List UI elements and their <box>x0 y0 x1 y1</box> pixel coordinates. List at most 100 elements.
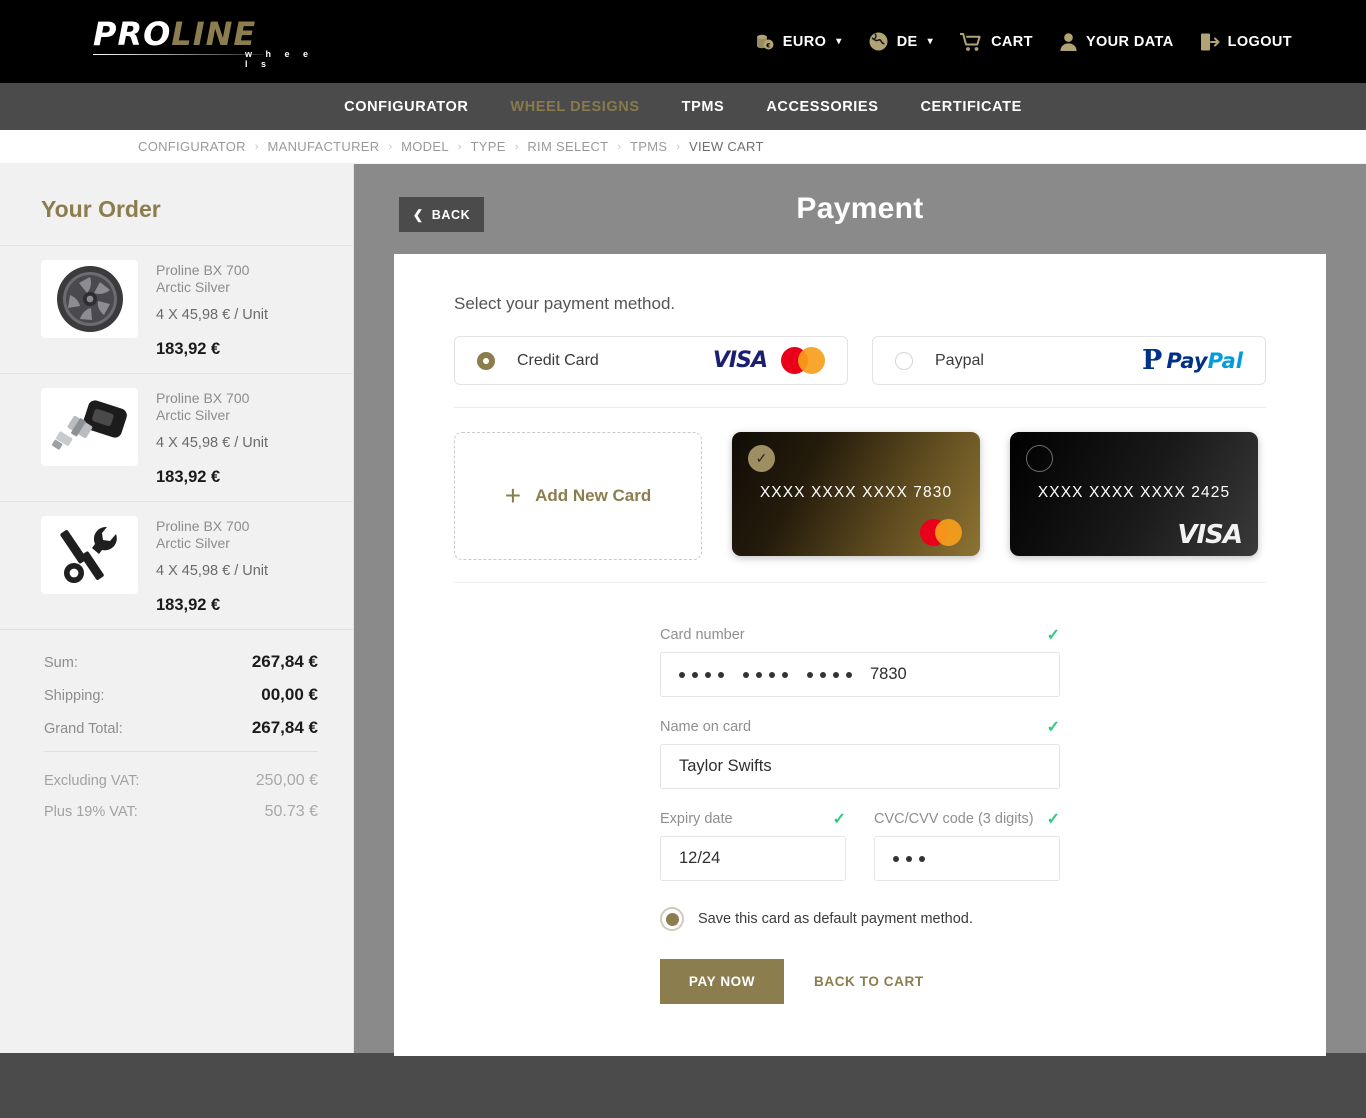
order-line-item: Proline BX 700 Arctic Silver 4 X 45,98 €… <box>0 501 353 629</box>
totals-value: 250,00 € <box>255 772 318 789</box>
currency-selector[interactable]: € EURO ▾ <box>755 32 842 52</box>
chevron-down-icon: ▾ <box>927 36 934 47</box>
proline-logo[interactable]: PROLINE w h e e l s <box>93 18 315 69</box>
saved-card-mastercard[interactable]: ✓ XXXX XXXX XXXX 7830 <box>732 432 980 556</box>
main-content-area: ❮ BACK Payment Select your payment metho… <box>354 164 1366 1056</box>
valid-check-icon: ✓ <box>1046 811 1060 828</box>
breadcrumb-item-model[interactable]: MODEL <box>401 139 449 154</box>
cart-link[interactable]: CART <box>959 32 1033 52</box>
nav-item-certificate[interactable]: CERTIFICATE <box>920 99 1021 115</box>
save-card-radio-icon[interactable] <box>660 907 684 931</box>
cart-label: CART <box>991 33 1033 50</box>
breadcrumb-item-configurator[interactable]: CONFIGURATOR <box>138 139 246 154</box>
nav-item-tpms[interactable]: TPMS <box>682 99 725 115</box>
totals-label: Shipping: <box>44 688 105 704</box>
top-header-bar: PROLINE w h e e l s € EURO ▾ DE ▾ CART Y… <box>0 0 1366 83</box>
chevron-down-icon: ▾ <box>836 36 842 47</box>
card-selected-check-icon[interactable]: ✓ <box>748 445 775 472</box>
language-selector[interactable]: DE ▾ <box>868 31 933 52</box>
add-new-card-label: Add New Card <box>535 486 652 505</box>
add-new-card-tile[interactable]: + Add New Card <box>454 432 702 560</box>
back-to-cart-link[interactable]: BACK TO CART <box>798 959 940 1004</box>
name-on-card-label-row: Name on card ✓ <box>660 717 1060 737</box>
name-on-card-value: Taylor Swifts <box>679 757 772 775</box>
visa-logo-icon: VISA <box>712 348 768 373</box>
breadcrumb-separator-icon: › <box>388 140 393 153</box>
totals-divider <box>44 751 318 752</box>
totals-row-plus-vat: Plus 19% VAT: 50.73 € <box>44 803 318 821</box>
order-line-item: Proline BX 700 Arctic Silver 4 X 45,98 €… <box>0 373 353 501</box>
cvc-input[interactable] <box>874 836 1060 881</box>
radio-paypal[interactable] <box>895 351 913 370</box>
product-price: 183,92 € <box>156 468 221 486</box>
card-number-input[interactable]: 7830 <box>660 652 1060 697</box>
logout-icon <box>1200 32 1220 52</box>
order-summary-sidebar: Your Order Proline BX 700 Arctic Silver … <box>0 164 354 1053</box>
account-link[interactable]: YOUR DATA <box>1059 32 1174 52</box>
expiry-label-row: Expiry date ✓ <box>660 809 846 829</box>
pay-now-button[interactable]: PAY NOW <box>660 959 784 1004</box>
saved-card-visa[interactable]: XXXX XXXX XXXX 2425 VISA <box>1010 432 1258 556</box>
payment-method-options: Credit Card VISA Paypal P Pay Pal <box>454 336 1266 385</box>
totals-value: 267,84 € <box>251 652 318 671</box>
section-divider <box>454 407 1266 408</box>
visa-logo-icon: VISA <box>1177 520 1243 550</box>
totals-row-excluding-vat: Excluding VAT: 250,00 € <box>44 772 318 790</box>
expiry-input[interactable]: 12/24 <box>660 836 846 881</box>
name-on-card-input[interactable]: Taylor Swifts <box>660 744 1060 789</box>
breadcrumb-separator-icon: › <box>617 140 622 153</box>
nav-item-wheel-designs[interactable]: WHEEL DESIGNS <box>510 99 639 115</box>
product-price: 183,92 € <box>156 596 221 614</box>
breadcrumb-item-type[interactable]: TYPE <box>471 139 506 154</box>
language-label: DE <box>896 33 918 50</box>
saved-card-number: XXXX XXXX XXXX 7830 <box>759 484 953 501</box>
saved-card-number: XXXX XXXX XXXX 2425 <box>1037 484 1231 501</box>
cvc-label: CVC/CVV code (3 digits) <box>874 811 1034 827</box>
content-header: ❮ BACK Payment <box>354 164 1366 254</box>
radio-credit-card[interactable] <box>477 351 495 370</box>
svg-text:€: € <box>765 42 771 49</box>
card-unselected-radio-icon[interactable] <box>1026 445 1053 472</box>
nav-item-accessories[interactable]: ACCESSORIES <box>766 99 878 115</box>
breadcrumb-separator-icon: › <box>254 140 259 153</box>
valid-check-icon: ✓ <box>832 811 846 828</box>
breadcrumb-item-view-cart[interactable]: VIEW CART <box>689 139 764 154</box>
payment-method-credit-card[interactable]: Credit Card VISA <box>454 336 848 385</box>
top-utility-nav: € EURO ▾ DE ▾ CART YOUR DATA LOGOUT <box>755 0 1292 83</box>
product-quantity: 4 X 45,98 € / Unit <box>156 307 269 323</box>
totals-label: Plus 19% VAT: <box>44 804 138 820</box>
wheel-rim-icon <box>56 266 123 332</box>
product-thumbnail <box>41 516 138 594</box>
breadcrumb-item-manufacturer[interactable]: MANUFACTURER <box>268 139 380 154</box>
totals-row-shipping: Shipping: 00,00 € <box>44 685 318 705</box>
breadcrumb-separator-icon: › <box>676 140 681 153</box>
product-price: 183,92 € <box>156 340 221 358</box>
logout-link[interactable]: LOGOUT <box>1200 32 1292 52</box>
name-on-card-label: Name on card <box>660 719 752 735</box>
save-card-default-toggle[interactable]: Save this card as default payment method… <box>660 907 1060 931</box>
cvc-field-group: CVC/CVV code (3 digits) ✓ <box>874 809 1060 901</box>
totals-label: Excluding VAT: <box>44 773 140 789</box>
order-summary-title: Your Order <box>41 196 161 222</box>
payment-method-paypal[interactable]: Paypal P Pay Pal <box>872 336 1266 385</box>
masked-card-digits <box>679 671 852 678</box>
mastercard-logo-icon <box>920 519 962 546</box>
money-stack-icon: € <box>755 32 775 52</box>
credit-card-form: Card number ✓ 7830 Name on card ✓ Taylor… <box>660 607 1060 1056</box>
breadcrumb-separator-icon: › <box>514 140 519 153</box>
payment-panel: Select your payment method. Credit Card … <box>394 254 1326 1056</box>
expiry-field-group: Expiry date ✓ 12/24 <box>660 809 846 901</box>
saved-cards-row: + Add New Card ✓ XXXX XXXX XXXX 7830 XXX… <box>454 432 1266 560</box>
totals-label: Sum: <box>44 655 78 671</box>
payment-instruction-text: Select your payment method. <box>454 294 676 313</box>
product-name: Proline BX 700 <box>156 518 250 534</box>
totals-label: Grand Total: <box>44 721 123 737</box>
breadcrumb-item-rim-select[interactable]: RIM SELECT <box>527 139 608 154</box>
totals-row-grand-total: Grand Total: 267,84 € <box>44 718 318 738</box>
breadcrumb-item-tpms[interactable]: TPMS <box>630 139 667 154</box>
nav-item-configurator[interactable]: CONFIGURATOR <box>344 99 468 115</box>
save-card-label: Save this card as default payment method… <box>698 911 973 927</box>
payment-method-label: Paypal <box>935 351 984 369</box>
shopping-cart-icon <box>959 32 983 52</box>
product-name: Proline BX 700 <box>156 262 250 278</box>
